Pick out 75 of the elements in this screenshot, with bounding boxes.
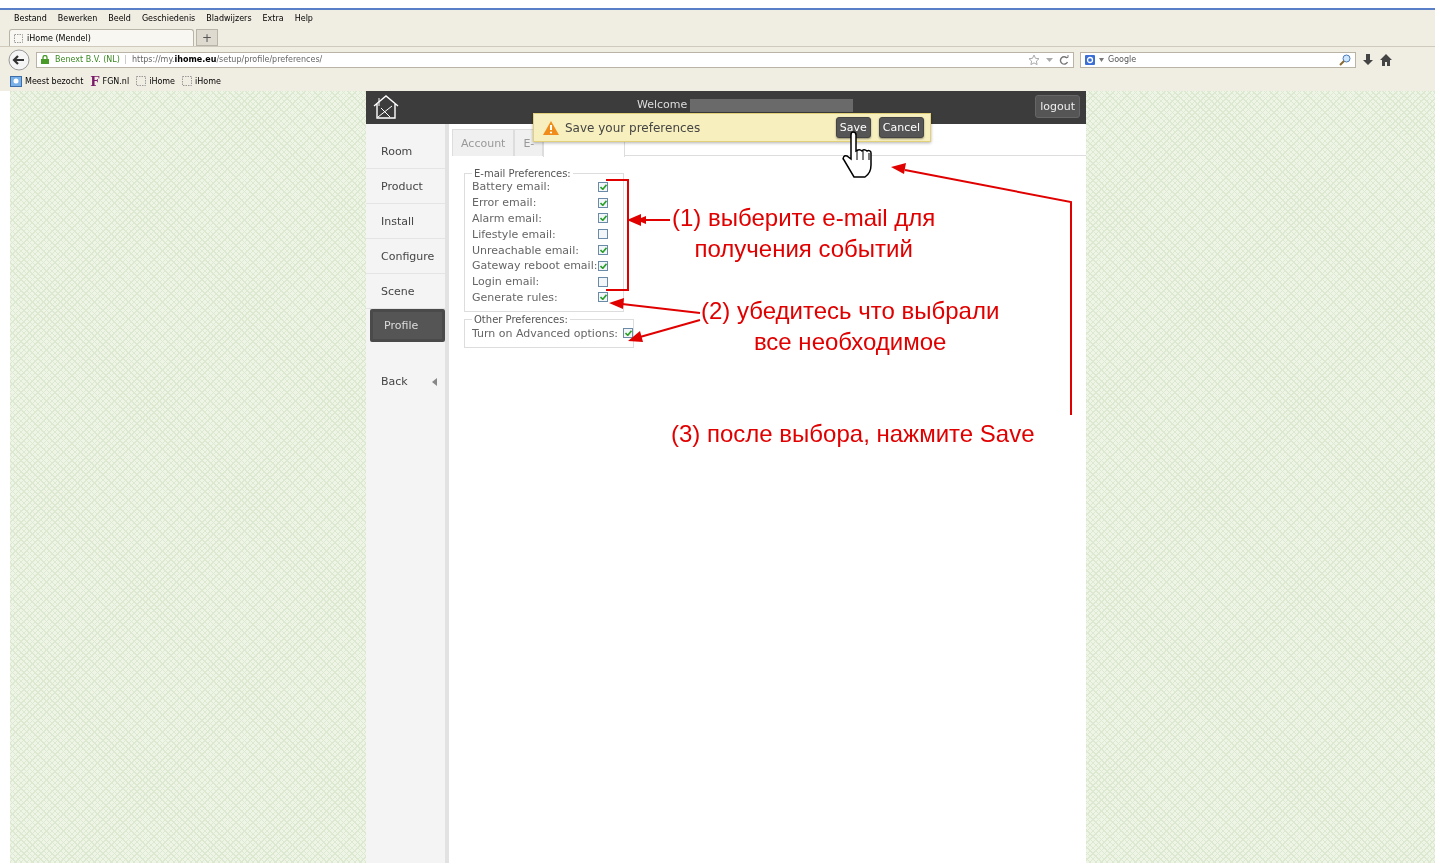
menu-item[interactable]: Bewerken xyxy=(57,14,98,23)
menu-item[interactable]: Geschiedenis xyxy=(141,14,196,23)
checkbox[interactable] xyxy=(598,197,608,208)
back-icon[interactable] xyxy=(8,48,30,71)
sidebar-item[interactable]: Install xyxy=(366,204,445,239)
option-label: Turn on Advanced options: xyxy=(472,326,619,340)
check-icon xyxy=(624,330,632,337)
search-field[interactable]: Google xyxy=(1080,51,1356,68)
bookmark[interactable]: F FGN.nl xyxy=(90,74,130,88)
checkbox[interactable] xyxy=(598,229,608,240)
checkbox[interactable] xyxy=(598,260,608,271)
page-icon xyxy=(182,76,192,86)
checkbox[interactable] xyxy=(598,245,608,256)
sidebar-item[interactable]: Configure xyxy=(366,239,445,274)
annotation-text: (1) выберите e-mail для получения событий xyxy=(672,203,936,264)
bookmarks-folder-icon xyxy=(10,75,22,87)
page-icon xyxy=(136,76,147,86)
checkbox[interactable] xyxy=(598,276,608,287)
page-icon xyxy=(14,33,23,43)
browser-tab[interactable]: iHome (Mendel) xyxy=(9,29,194,46)
sidebar-item[interactable]: Product xyxy=(366,169,445,204)
notification-message: Save your preferences xyxy=(565,120,701,135)
check-icon xyxy=(599,215,607,222)
reload-icon[interactable] xyxy=(1059,54,1069,65)
option-label: Unreachable email: xyxy=(472,243,580,257)
dropdown-icon[interactable] xyxy=(1046,56,1053,63)
sidebar-item[interactable]: Profile xyxy=(370,309,445,342)
checkbox[interactable] xyxy=(623,328,634,339)
new-tab-button[interactable]: + xyxy=(196,29,218,46)
option-label: Gateway reboot email: xyxy=(472,259,598,273)
check-icon xyxy=(599,199,607,206)
annotation-arrow xyxy=(627,214,671,226)
menu-item[interactable]: Bladwijzers xyxy=(206,14,252,23)
favicon: F xyxy=(90,74,100,88)
option-label: Lifestyle email: xyxy=(472,227,557,241)
bookmark[interactable]: iHome xyxy=(136,76,175,86)
site-identity: Benext B.V. (NL) xyxy=(55,55,126,64)
option-label: Alarm email: xyxy=(472,212,543,225)
annotation-text: (2) убедитесь что выбрали все необходимое xyxy=(701,296,1000,357)
caret-icon xyxy=(432,377,437,386)
bookmark[interactable]: iHome xyxy=(182,76,221,86)
search-icon[interactable] xyxy=(1339,53,1351,66)
menu-item[interactable]: Bestand xyxy=(14,14,47,23)
menu-item[interactable]: Help xyxy=(294,14,313,23)
url-text: https://my.ihome.eu/setup/profile/preferences/ xyxy=(131,55,323,64)
checkbox[interactable] xyxy=(598,181,608,192)
group-title: E-mail Preferences: xyxy=(473,168,572,179)
notification-button[interactable]: Save xyxy=(835,117,871,138)
option-label: Generate rules: xyxy=(472,290,559,304)
check-icon xyxy=(599,294,607,301)
bookmark[interactable]: Meest bezocht xyxy=(10,75,84,87)
back-link[interactable]: Back xyxy=(366,375,445,388)
annotation-text: (3) после выбора, нажмите Save xyxy=(671,419,1035,449)
checkbox[interactable] xyxy=(598,292,608,303)
star-icon[interactable] xyxy=(1028,53,1040,66)
check-icon xyxy=(599,183,607,190)
option-label: Battery email: xyxy=(472,180,552,194)
dropdown-icon[interactable] xyxy=(1099,57,1104,62)
welcome-text: Welcome xyxy=(637,99,688,111)
menu-item[interactable]: Extra xyxy=(262,14,284,23)
option-label: Error email: xyxy=(472,196,538,210)
sidebar-item[interactable]: Room xyxy=(366,134,445,169)
group-title: Other Preferences: xyxy=(473,314,569,326)
option-label: Login email: xyxy=(472,275,541,289)
download-icon[interactable] xyxy=(1362,53,1374,66)
checkbox[interactable] xyxy=(598,213,608,224)
warning-icon xyxy=(543,120,559,135)
search-engine-icon[interactable] xyxy=(1085,54,1095,65)
menu-item[interactable]: Beeld xyxy=(108,14,131,23)
home-icon[interactable] xyxy=(1380,53,1392,66)
house-logo-icon xyxy=(372,94,400,120)
notification-button[interactable]: Cancel xyxy=(878,117,924,138)
logout-button[interactable]: logout xyxy=(1035,95,1080,118)
address-field[interactable]: Benext B.V. (NL) https://my.ihome.eu/setup/profile/preferences/ xyxy=(36,51,1074,68)
lock-icon xyxy=(41,55,49,64)
